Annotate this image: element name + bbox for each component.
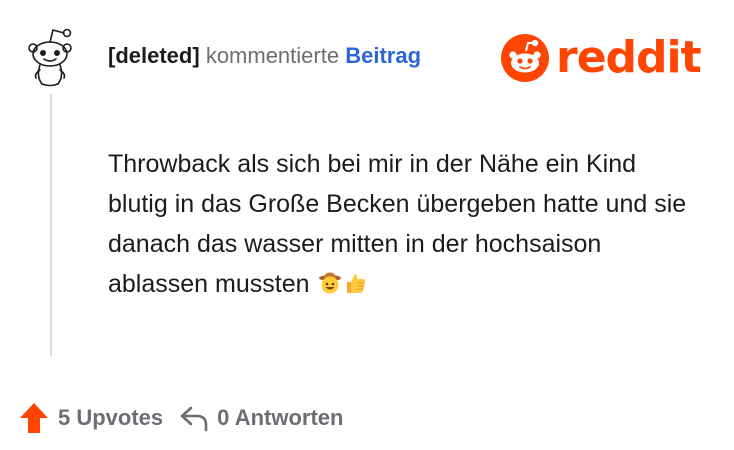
thumbs-up-emoji-icon (344, 267, 368, 307)
comment-header: [deleted] kommentierte Beitrag (108, 41, 421, 71)
cowboy-face-emoji-icon (318, 267, 342, 307)
comment-body-text: Throwback als sich bei mir in der Nähe e… (108, 150, 687, 298)
upvotes-count[interactable]: 5 Upvotes (58, 405, 163, 431)
reddit-snoo-icon (501, 34, 549, 82)
comment-footer: 5 Upvotes 0 Antworten (18, 398, 343, 438)
replies-count[interactable]: 0 Antworten (217, 405, 343, 431)
comment-body: Throwback als sich bei mir in der Nähe e… (108, 144, 688, 307)
comment-author[interactable]: [deleted] (108, 43, 200, 68)
upvote-arrow-icon[interactable] (18, 401, 50, 435)
snoo-outline-icon (28, 28, 72, 87)
thread-line[interactable] (50, 94, 52, 356)
reddit-wordmark: reddit (556, 32, 702, 83)
post-link[interactable]: Beitrag (345, 43, 421, 68)
deleted-user-avatar (20, 26, 80, 88)
reddit-logo: reddit (500, 32, 702, 84)
comment-action: kommentierte (205, 43, 340, 68)
reply-arrow-icon[interactable] (179, 404, 209, 432)
